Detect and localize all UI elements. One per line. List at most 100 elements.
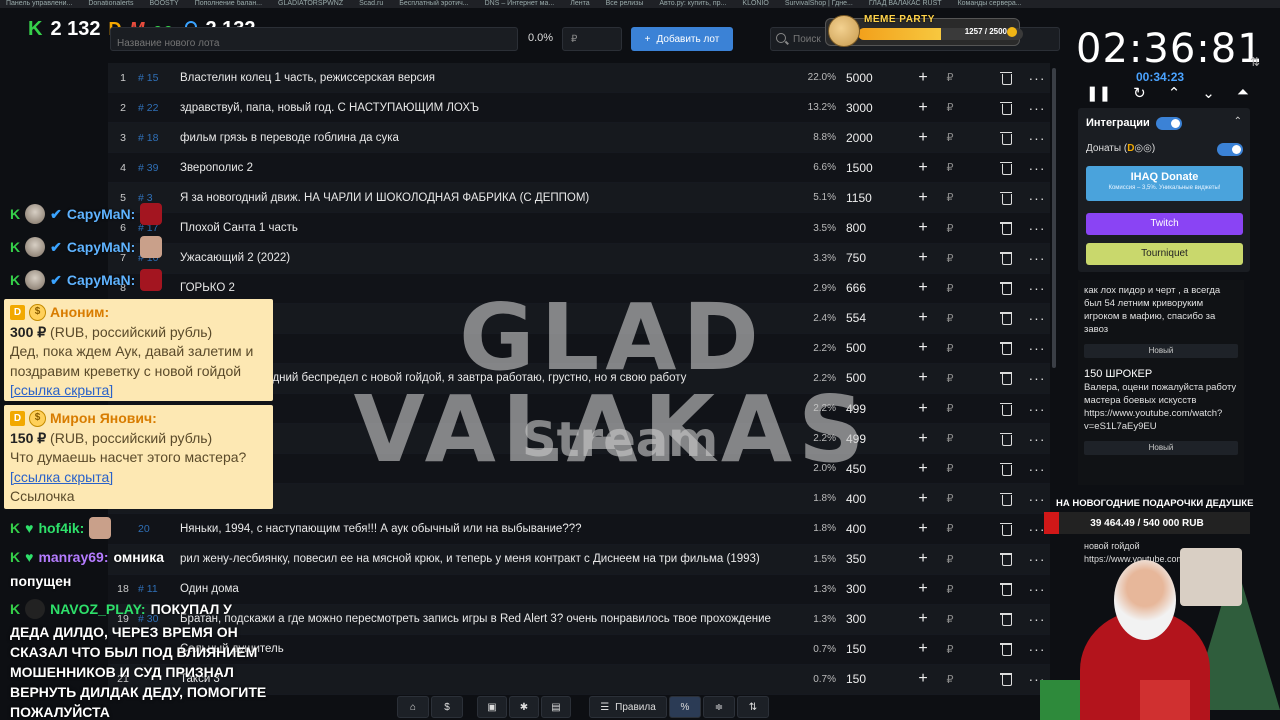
add-amount-button[interactable]: + <box>912 129 934 147</box>
add-amount-button[interactable]: + <box>912 219 934 237</box>
row-name[interactable]: Один дома <box>180 583 794 595</box>
rules-button[interactable]: ☰ Правила <box>589 696 667 718</box>
row-amount[interactable]: 150 <box>846 642 906 656</box>
row-name[interactable]: рил жену-лесбиянку, повесил ее на мясной… <box>180 553 794 565</box>
add-amount-button[interactable]: + <box>912 580 934 598</box>
row-name[interactable]: Плохой Санта 1 часть <box>180 222 794 234</box>
twitch-button[interactable]: Twitch <box>1086 213 1243 235</box>
trash-icon[interactable] <box>998 552 1016 567</box>
trash-icon[interactable] <box>998 221 1016 236</box>
row-id[interactable]: # 39 <box>138 162 180 174</box>
tourniquet-button[interactable]: Tourniquet <box>1086 243 1243 265</box>
donats-toggle[interactable] <box>1217 143 1243 156</box>
trash-icon[interactable] <box>998 371 1016 386</box>
ihaq-donate-button[interactable]: IHAQ Donate Комиссия – 3,5%. Уникальные … <box>1086 166 1243 201</box>
alert-status-select[interactable]: Новый <box>1084 344 1238 358</box>
more-icon[interactable]: ··· <box>1024 250 1050 266</box>
more-icon[interactable]: ··· <box>1024 190 1050 206</box>
bookmark-item[interactable]: Donationalerts <box>82 0 139 8</box>
row-amount[interactable]: 800 <box>846 221 906 235</box>
hidden-link[interactable]: [ссылка скрыта] <box>10 469 113 485</box>
table-row[interactable]: рил жену-лесбиянку, повесил ее на мясной… <box>108 544 1050 575</box>
sort-icon[interactable]: ⇅ <box>737 696 769 718</box>
bookmark-item[interactable]: Все релизы <box>600 0 650 8</box>
bookmark-item[interactable]: Панель управлени... <box>0 0 78 8</box>
row-name[interactable]: фильм грязь в переводе гоблина да сука <box>180 132 794 144</box>
reset-icon[interactable]: ↻ <box>1133 84 1146 102</box>
chevron-up-icon[interactable]: ⌃ <box>1168 84 1181 102</box>
row-name[interactable]: Ужасающий 2 (2022) <box>180 252 794 264</box>
more-icon[interactable]: ··· <box>1024 220 1050 236</box>
row-id[interactable]: # 22 <box>138 102 180 114</box>
row-id[interactable]: # 18 <box>138 132 180 144</box>
row-name[interactable]: Няньки, 1994, с наступающим тебя!!! А ау… <box>180 523 794 535</box>
add-amount-button[interactable]: + <box>912 520 934 538</box>
table-row[interactable]: 20 Няньки, 1994, с наступающим тебя!!! А … <box>108 514 1050 545</box>
trash-icon[interactable] <box>998 341 1016 356</box>
table-row[interactable]: 1 # 15 Властелин колец 1 часть, режиссерск… <box>108 63 1050 94</box>
add-amount-button[interactable]: + <box>912 99 934 117</box>
trash-icon[interactable] <box>998 522 1016 536</box>
trash-icon[interactable] <box>998 612 1016 627</box>
table-row[interactable]: 4 # 39 Зверополис 2 6.6% 1500 + ₽ ··· <box>108 153 1050 184</box>
trash-icon[interactable] <box>998 582 1016 597</box>
dollar-icon[interactable]: $ <box>431 696 463 718</box>
more-icon[interactable]: ··· <box>1024 461 1050 477</box>
bookmark-item[interactable]: KLONIO <box>736 0 774 8</box>
ruble-icon[interactable]: ₽ <box>938 71 962 84</box>
row-amount[interactable]: 5000 <box>846 71 906 85</box>
row-amount[interactable]: 150 <box>846 672 906 686</box>
trash-icon[interactable] <box>998 462 1016 476</box>
integrations-toggle[interactable] <box>1156 117 1182 130</box>
row-id[interactable]: # 11 <box>138 583 180 595</box>
trash-icon[interactable] <box>998 281 1016 296</box>
ruble-icon[interactable]: ₽ <box>938 101 962 114</box>
bookmark-item[interactable]: Команды сервера... <box>952 0 1028 8</box>
more-icon[interactable]: ··· <box>1024 160 1050 176</box>
table-row[interactable]: 18 # 11 Один дома 1.3% 300 + ₽ ··· <box>108 574 1050 605</box>
ruble-icon[interactable]: ₽ <box>938 161 962 174</box>
row-name[interactable]: Я за новогодний движ. НА ЧАРЛИ И ШОКОЛОД… <box>180 192 794 204</box>
trash-icon[interactable] <box>998 191 1016 205</box>
bookmark-item[interactable]: ГЛАД ВАЛАКАС RUST <box>863 0 948 8</box>
table-row[interactable]: 3 # 18 фильм грязь в переводе гоблина да с… <box>108 123 1050 154</box>
more-icon[interactable]: ··· <box>1024 100 1050 116</box>
row-amount[interactable]: 1500 <box>846 161 906 175</box>
add-amount-button[interactable]: + <box>912 550 934 568</box>
lot-name-input[interactable] <box>110 27 518 51</box>
bug-icon[interactable]: ✱ <box>509 696 539 718</box>
trash-icon[interactable] <box>998 311 1016 326</box>
row-amount[interactable]: 350 <box>846 552 906 566</box>
row-amount[interactable]: 1150 <box>846 191 906 205</box>
table-scrollbar[interactable] <box>1052 68 1056 368</box>
github-icon[interactable]: ⌂ <box>397 696 429 718</box>
trash-icon[interactable] <box>998 101 1016 115</box>
more-icon[interactable]: ··· <box>1024 431 1050 447</box>
bookmark-item[interactable]: Лента <box>564 0 595 8</box>
more-icon[interactable]: ··· <box>1024 280 1050 296</box>
add-amount-button[interactable]: + <box>912 159 934 177</box>
ruble-icon[interactable]: ₽ <box>938 222 962 235</box>
row-amount[interactable]: 400 <box>846 492 906 506</box>
bookmark-item[interactable]: GLADIATORSPWNZ <box>272 0 349 8</box>
trash-icon[interactable] <box>998 492 1016 506</box>
bookmark-item[interactable]: DNS – Интернет ма... <box>479 0 561 8</box>
bookmark-item[interactable]: Пополнение балан... <box>189 0 268 8</box>
ruble-icon[interactable]: ₽ <box>938 613 962 626</box>
lot-price-input[interactable]: ₽ <box>562 27 622 51</box>
bookmark-item[interactable]: Авто.ру: купить, пр... <box>653 0 732 8</box>
row-id[interactable]: 20 <box>138 523 180 535</box>
more-icon[interactable]: ··· <box>1024 370 1050 386</box>
bookmark-item[interactable]: Scad.ru <box>353 0 389 8</box>
trash-icon[interactable] <box>998 161 1016 175</box>
trash-icon[interactable] <box>998 71 1016 85</box>
bookmark-item[interactable]: Бесплатный эротич... <box>393 0 474 8</box>
add-amount-button[interactable]: + <box>912 249 934 267</box>
delete-all-icon[interactable]: ▤ <box>541 696 571 718</box>
more-icon[interactable]: ··· <box>1024 401 1050 417</box>
bookmark-item[interactable]: BOOSTY <box>144 0 185 8</box>
row-amount[interactable]: 300 <box>846 612 906 626</box>
more-icon[interactable]: ··· <box>1024 130 1050 146</box>
add-amount-button[interactable]: + <box>912 69 934 87</box>
alert-status-select[interactable]: Новый <box>1084 441 1238 455</box>
